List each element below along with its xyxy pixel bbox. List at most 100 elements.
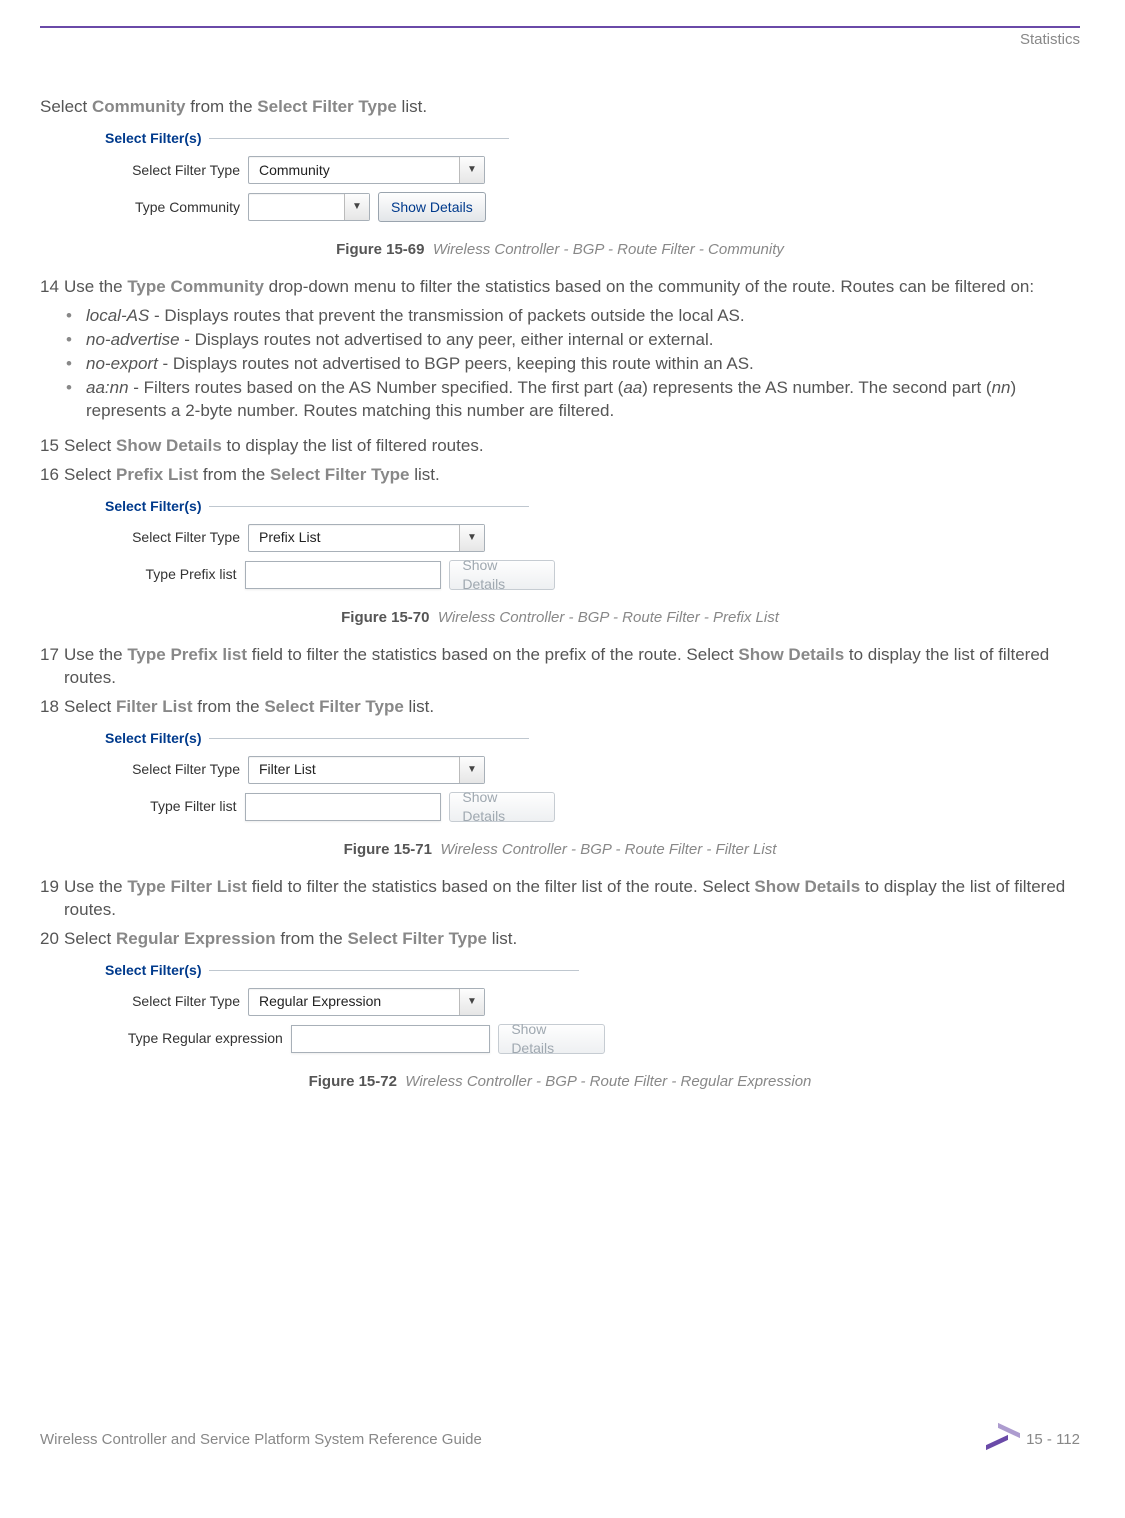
dropdown-value: Filter List [249, 760, 459, 779]
show-details-button[interactable]: Show Details [449, 560, 555, 590]
figure-72: Select Filter(s) Select Filter Type Regu… [105, 961, 1080, 1062]
t: Show Details [116, 436, 222, 455]
t: Use the [64, 645, 127, 664]
t: from the [193, 697, 265, 716]
t: Community [92, 97, 186, 116]
dropdown-value: Regular Expression [249, 992, 459, 1011]
dropdown-value: Community [249, 161, 459, 180]
t: from the [276, 929, 348, 948]
divider [209, 738, 529, 739]
t: to display the list of filtered routes. [222, 436, 484, 455]
t: from the [185, 97, 257, 116]
label-filter-type: Select Filter Type [105, 760, 248, 779]
t: Type Filter List [127, 877, 247, 896]
select-filter-type[interactable]: Prefix List ▼ [248, 524, 485, 552]
type-community-dropdown[interactable]: ▼ [248, 193, 370, 221]
divider [209, 138, 509, 139]
intro-line: Select Community from the Select Filter … [40, 96, 1080, 119]
label-type-community: Type Community [105, 198, 248, 217]
t: Select Filter Type [257, 97, 397, 116]
t: Filter List [116, 697, 193, 716]
t: Figure 15-70 [341, 609, 429, 626]
t: no-advertise [86, 330, 180, 349]
type-prefix-input[interactable] [245, 561, 442, 589]
step-14: 14 Use the Type Community drop-down menu… [40, 276, 1080, 429]
chevron-down-icon: ▼ [344, 194, 369, 220]
t: aa:nn [86, 378, 129, 397]
figure-72-caption: Figure 15-72 Wireless Controller - BGP -… [40, 1072, 1080, 1092]
dropdown-value: Prefix List [249, 528, 459, 547]
t: nn [992, 378, 1011, 397]
step-18: 18 Select Filter List from the Select Fi… [40, 696, 1080, 719]
step-number: 19 [40, 876, 64, 922]
t: Prefix List [116, 465, 198, 484]
step-20: 20 Select Regular Expression from the Se… [40, 928, 1080, 951]
t: no-export [86, 354, 158, 373]
fieldset-title: Select Filter(s) [105, 129, 201, 148]
select-filter-type[interactable]: Regular Expression ▼ [248, 988, 485, 1016]
step-16: 16 Select Prefix List from the Select Fi… [40, 464, 1080, 487]
footer-left: Wireless Controller and Service Platform… [40, 1430, 482, 1450]
t: Select Filter Type [270, 465, 410, 484]
t: - Displays routes not advertised to BGP … [158, 354, 754, 373]
t: field to filter the statistics based on … [247, 645, 738, 664]
t: local-AS [86, 306, 149, 325]
figure-69-caption: Figure 15-69 Wireless Controller - BGP -… [40, 240, 1080, 260]
type-regex-input[interactable] [291, 1025, 491, 1053]
chevron-down-icon: ▼ [459, 989, 484, 1015]
t: Select [40, 97, 92, 116]
step-number: 16 [40, 464, 64, 487]
show-details-button[interactable]: Show Details [378, 192, 486, 222]
show-details-button[interactable]: Show Details [498, 1024, 605, 1054]
t: - Displays routes not advertised to any … [180, 330, 714, 349]
fieldset-title: Select Filter(s) [105, 961, 201, 980]
figure-70: Select Filter(s) Select Filter Type Pref… [105, 497, 1080, 598]
figure-69: Select Filter(s) Select Filter Type Comm… [105, 129, 1080, 230]
t: Select [64, 465, 116, 484]
show-details-button[interactable]: Show Details [449, 792, 555, 822]
t: Figure 15-71 [344, 841, 432, 858]
step-number: 14 [40, 276, 64, 429]
t: - Displays routes that prevent the trans… [149, 306, 744, 325]
t: Type Community [127, 277, 264, 296]
t: Wireless Controller - BGP - Route Filter… [405, 1073, 811, 1090]
divider [209, 506, 529, 507]
page-number: 15 - 112 [1026, 1430, 1080, 1450]
label-filter-type: Select Filter Type [105, 992, 248, 1011]
fieldset-title: Select Filter(s) [105, 497, 201, 516]
t: Select [64, 929, 116, 948]
t: Select [64, 436, 116, 455]
step-number: 20 [40, 928, 64, 951]
label-filter-type: Select Filter Type [105, 161, 248, 180]
label-filter-type: Select Filter Type [105, 528, 248, 547]
select-filter-type[interactable]: Filter List ▼ [248, 756, 485, 784]
chevron-down-icon: ▼ [459, 525, 484, 551]
bullet: •no-export - Displays routes not adverti… [64, 353, 1080, 376]
label-type-filter: Type Filter list [105, 797, 245, 816]
t: Show Details [738, 645, 844, 664]
chevron-down-icon: ▼ [459, 757, 484, 783]
t: - Filters routes based on the AS Number … [129, 378, 624, 397]
type-filter-input[interactable] [245, 793, 442, 821]
t: from the [198, 465, 270, 484]
figure-71-caption: Figure 15-71 Wireless Controller - BGP -… [40, 840, 1080, 860]
t: ) represents the AS number. The second p… [642, 378, 991, 397]
select-filter-type[interactable]: Community ▼ [248, 156, 485, 184]
bullet: •no-advertise - Displays routes not adve… [64, 329, 1080, 352]
t: Show Details [754, 877, 860, 896]
bullet: •aa:nn - Filters routes based on the AS … [64, 377, 1080, 423]
label-type-regex: Type Regular expression [105, 1029, 291, 1048]
t: Select Filter Type [347, 929, 487, 948]
t: Figure 15-72 [309, 1073, 397, 1090]
step-17: 17 Use the Type Prefix list field to fil… [40, 644, 1080, 690]
fieldset-title: Select Filter(s) [105, 729, 201, 748]
t: Regular Expression [116, 929, 276, 948]
t: Wireless Controller - BGP - Route Filter… [438, 609, 779, 626]
bullet: •local-AS - Displays routes that prevent… [64, 305, 1080, 328]
step-15: 15 Select Show Details to display the li… [40, 435, 1080, 458]
t: drop-down menu to filter the statistics … [264, 277, 1034, 296]
t: aa [623, 378, 642, 397]
t: list. [410, 465, 440, 484]
t: list. [487, 929, 517, 948]
t: list. [397, 97, 427, 116]
